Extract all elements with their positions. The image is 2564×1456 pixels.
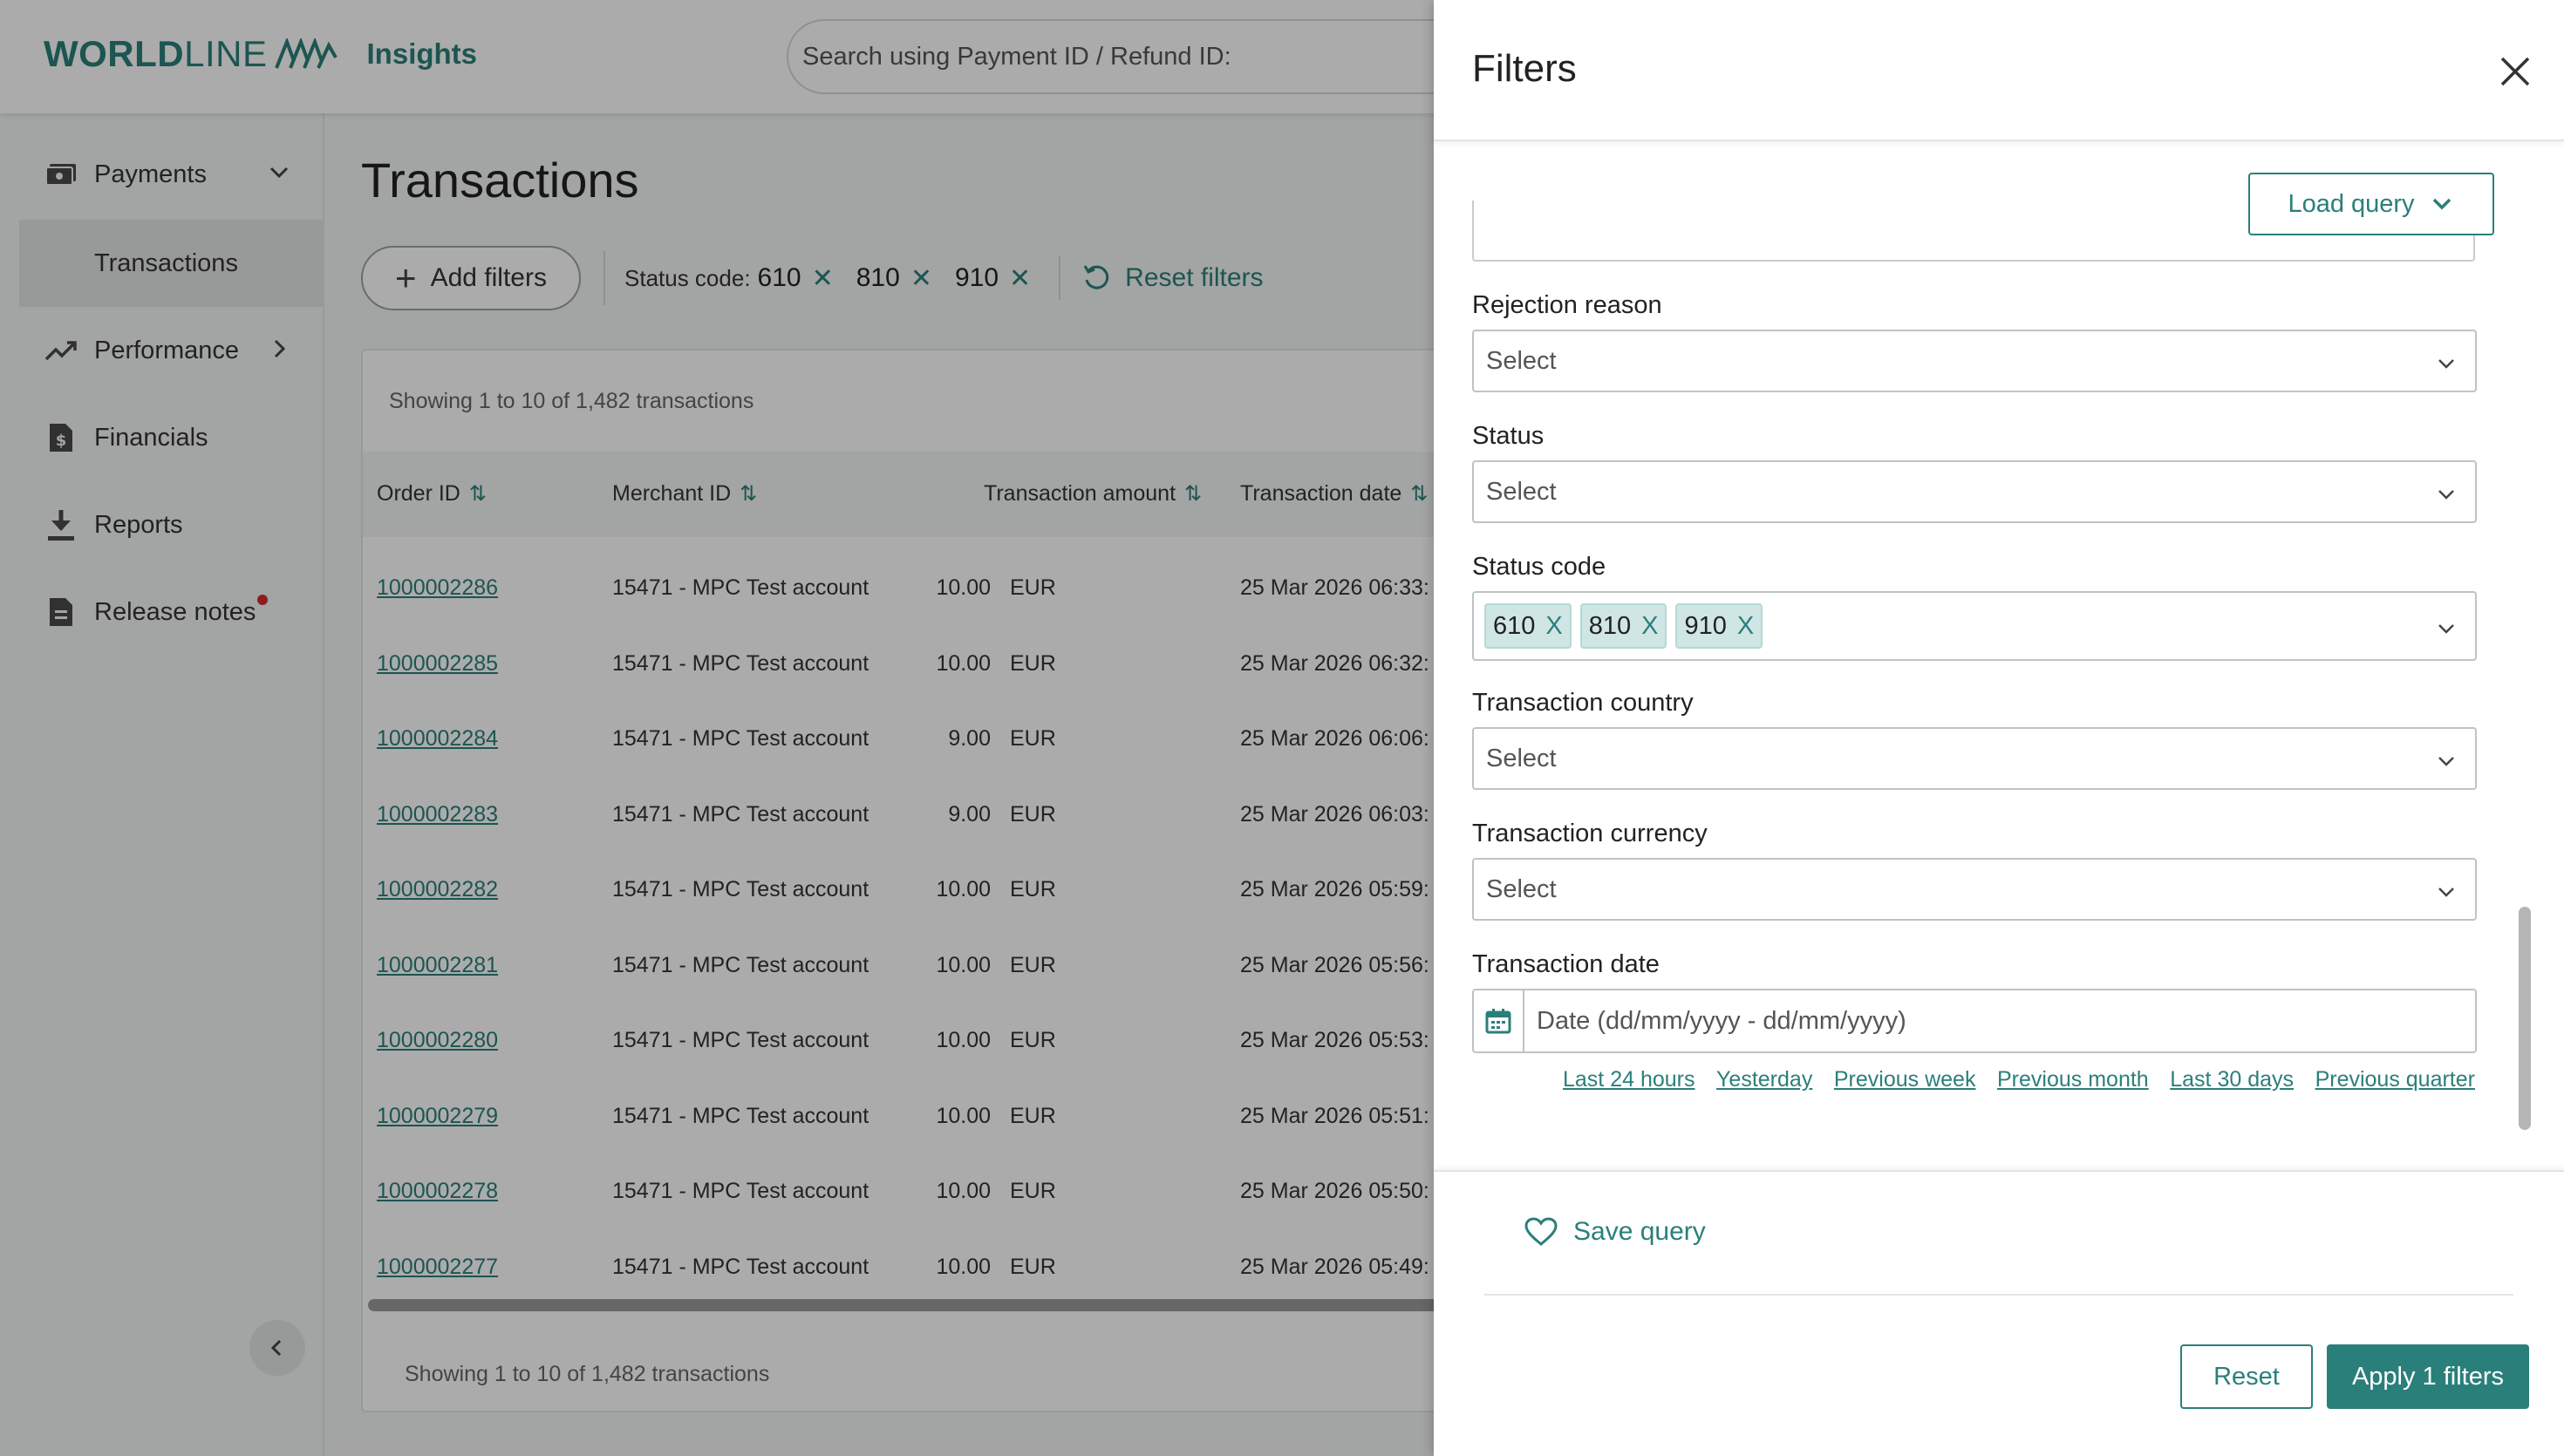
transaction-currency-label: Transaction currency (1472, 820, 1708, 847)
rejection-reason-label: Rejection reason (1472, 291, 1662, 319)
date-quick-ranges: Last 24 hours Yesterday Previous week Pr… (1563, 1067, 2475, 1092)
filters-drawer: Filters Load query Rejection reason Sele… (1434, 0, 2564, 1456)
status-select[interactable]: Select (1472, 460, 2477, 523)
drawer-scrollbar[interactable] (2519, 907, 2531, 1130)
status-code-tag: 910 X (1675, 603, 1763, 649)
tag-label: 610 (1493, 611, 1536, 640)
drawer-title: Filters (1472, 47, 1577, 90)
drawer-header: Filters (1434, 0, 2564, 141)
save-query-label: Save query (1573, 1217, 1706, 1246)
quick-range-previous-quarter[interactable]: Previous quarter (2315, 1067, 2475, 1092)
remove-tag-icon[interactable]: X (1641, 612, 1658, 641)
status-code-tag: 810 X (1579, 603, 1667, 649)
tag-label: 810 (1588, 611, 1632, 640)
select-value: Select (1486, 744, 1557, 772)
calendar-icon[interactable] (1474, 990, 1524, 1051)
quick-range-last-24-hours[interactable]: Last 24 hours (1563, 1067, 1695, 1092)
status-code-label: Status code (1472, 553, 1606, 581)
quick-range-yesterday[interactable]: Yesterday (1716, 1067, 1812, 1092)
modal-backdrop[interactable] (0, 0, 1434, 1456)
transaction-currency-select[interactable]: Select (1472, 858, 2477, 921)
quick-range-previous-month[interactable]: Previous month (1997, 1067, 2149, 1092)
status-code-multiselect[interactable]: 610 X 810 X 910 X (1472, 591, 2477, 661)
chevron-down-icon (2438, 624, 2454, 634)
tag-label: 910 (1684, 611, 1727, 640)
transaction-country-label: Transaction country (1472, 689, 1694, 717)
remove-tag-icon[interactable]: X (1737, 612, 1754, 641)
transaction-date-input[interactable] (1524, 990, 2475, 1051)
transaction-country-select[interactable]: Select (1472, 727, 2477, 790)
apply-filters-button[interactable]: Apply 1 filters (2327, 1344, 2529, 1409)
status-code-tag: 610 X (1484, 603, 1572, 649)
transaction-date-label: Transaction date (1472, 950, 1660, 978)
close-icon (2500, 57, 2530, 86)
close-drawer-button[interactable] (2487, 44, 2543, 99)
save-query-button[interactable]: Save query (1524, 1217, 1706, 1247)
load-query-label: Load query (2288, 189, 2415, 218)
heart-icon (1524, 1217, 1558, 1246)
quick-range-previous-week[interactable]: Previous week (1834, 1067, 1976, 1092)
chevron-down-icon (2438, 888, 2454, 897)
chevron-down-icon (2438, 490, 2454, 500)
quick-range-last-30-days[interactable]: Last 30 days (2170, 1067, 2294, 1092)
select-value: Select (1486, 346, 1557, 375)
drawer-footer: Save query Reset Apply 1 filters (1434, 1170, 2564, 1456)
transaction-date-field[interactable] (1472, 989, 2477, 1053)
select-value: Select (1486, 874, 1557, 903)
load-query-button[interactable]: Load query (2248, 173, 2494, 235)
divider (1484, 1294, 2513, 1296)
rejection-reason-select[interactable]: Select (1472, 330, 2477, 392)
chevron-down-icon (2432, 198, 2451, 210)
status-label: Status (1472, 422, 1545, 450)
chevron-down-icon (2438, 359, 2454, 369)
chevron-down-icon (2438, 757, 2454, 766)
reset-button[interactable]: Reset (2180, 1344, 2313, 1409)
remove-tag-icon[interactable]: X (1545, 612, 1562, 641)
select-value: Select (1486, 477, 1557, 506)
